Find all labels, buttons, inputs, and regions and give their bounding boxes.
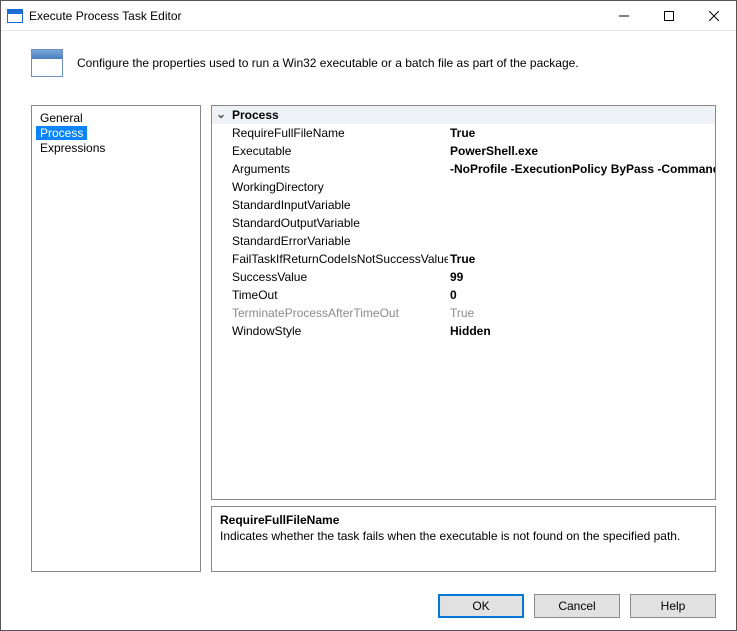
prop-row-executable[interactable]: Executable PowerShell.exe <box>212 142 715 160</box>
description-title: RequireFullFileName <box>220 513 707 527</box>
task-icon <box>31 49 63 77</box>
minimize-button[interactable] <box>601 1 646 30</box>
close-icon <box>709 11 719 21</box>
titlebar: Execute Process Task Editor <box>1 1 736 31</box>
property-grid-rows: ⌄ Process RequireFullFileName True Execu… <box>212 106 715 499</box>
prop-name: TerminateProcessAfterTimeOut <box>230 304 448 322</box>
window-title: Execute Process Task Editor <box>29 9 182 23</box>
prop-name: StandardErrorVariable <box>230 232 448 250</box>
dialog-window: Execute Process Task Editor Configure th… <box>0 0 737 631</box>
prop-name: Executable <box>230 142 448 160</box>
app-icon <box>7 9 23 23</box>
prop-value[interactable] <box>448 178 715 196</box>
minimize-icon <box>619 11 629 21</box>
banner: Configure the properties used to run a W… <box>1 31 736 105</box>
prop-name: WindowStyle <box>230 322 448 340</box>
dialog-body: General Process Expressions ⌄ Process Re… <box>1 105 736 586</box>
cancel-button[interactable]: Cancel <box>534 594 620 618</box>
close-button[interactable] <box>691 1 736 30</box>
category-row-process[interactable]: ⌄ Process <box>212 106 715 124</box>
prop-name: SuccessValue <box>230 268 448 286</box>
prop-value[interactable] <box>448 214 715 232</box>
prop-name: WorkingDirectory <box>230 178 448 196</box>
prop-value[interactable]: PowerShell.exe <box>448 142 715 160</box>
prop-name: StandardInputVariable <box>230 196 448 214</box>
prop-row-stdinvar[interactable]: StandardInputVariable <box>212 196 715 214</box>
description-pane: RequireFullFileName Indicates whether th… <box>211 506 716 572</box>
banner-text: Configure the properties used to run a W… <box>77 56 579 70</box>
prop-name: Arguments <box>230 160 448 178</box>
prop-value[interactable]: 99 <box>448 268 715 286</box>
description-text: Indicates whether the task fails when th… <box>220 529 707 543</box>
prop-row-timeout[interactable]: TimeOut 0 <box>212 286 715 304</box>
maximize-button[interactable] <box>646 1 691 30</box>
prop-value[interactable]: 0 <box>448 286 715 304</box>
collapse-icon[interactable]: ⌄ <box>212 106 230 124</box>
nav-item-process[interactable]: Process <box>36 126 87 140</box>
maximize-icon <box>664 11 674 21</box>
prop-row-windowstyle[interactable]: WindowStyle Hidden <box>212 322 715 340</box>
prop-value[interactable]: Hidden <box>448 322 715 340</box>
prop-row-requirefullfilename[interactable]: RequireFullFileName True <box>212 124 715 142</box>
prop-row-terminateaftertimeout: TerminateProcessAfterTimeOut True <box>212 304 715 322</box>
help-button[interactable]: Help <box>630 594 716 618</box>
prop-value[interactable]: True <box>448 250 715 268</box>
prop-value[interactable] <box>448 196 715 214</box>
prop-row-successvalue[interactable]: SuccessValue 99 <box>212 268 715 286</box>
prop-name: StandardOutputVariable <box>230 214 448 232</box>
category-nav: General Process Expressions <box>31 105 201 572</box>
prop-row-stdoutvar[interactable]: StandardOutputVariable <box>212 214 715 232</box>
prop-row-arguments[interactable]: Arguments -NoProfile -ExecutionPolicy By… <box>212 160 715 178</box>
prop-row-workingdirectory[interactable]: WorkingDirectory <box>212 178 715 196</box>
prop-value[interactable] <box>448 232 715 250</box>
prop-value[interactable]: -NoProfile -ExecutionPolicy ByPass -Comm… <box>448 160 715 178</box>
prop-name: TimeOut <box>230 286 448 304</box>
prop-name: FailTaskIfReturnCodeIsNotSuccessValue <box>230 250 448 268</box>
prop-row-stderrvar[interactable]: StandardErrorVariable <box>212 232 715 250</box>
prop-row-failtask[interactable]: FailTaskIfReturnCodeIsNotSuccessValue Tr… <box>212 250 715 268</box>
property-grid: ⌄ Process RequireFullFileName True Execu… <box>211 105 716 500</box>
prop-value[interactable]: True <box>448 124 715 142</box>
prop-name: RequireFullFileName <box>230 124 448 142</box>
button-bar: OK Cancel Help <box>1 586 736 630</box>
prop-value: True <box>448 304 715 322</box>
nav-item-general[interactable]: General <box>32 110 200 126</box>
nav-item-expressions[interactable]: Expressions <box>32 140 200 156</box>
main-pane: ⌄ Process RequireFullFileName True Execu… <box>211 105 716 572</box>
ok-button[interactable]: OK <box>438 594 524 618</box>
